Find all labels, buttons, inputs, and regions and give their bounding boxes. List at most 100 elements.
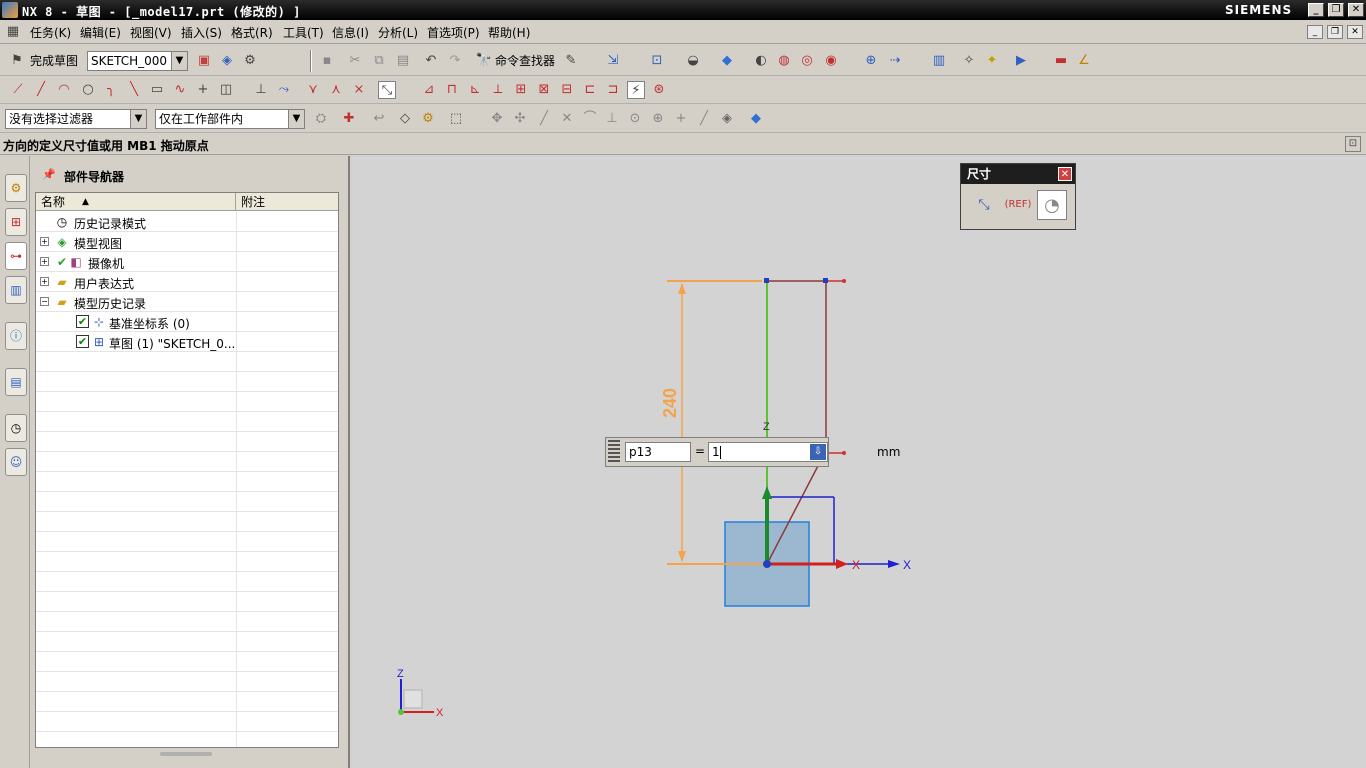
copy-icon[interactable]: ⧉ <box>370 52 388 70</box>
circle-icon[interactable]: ○ <box>79 81 97 99</box>
selection-icon[interactable]: ⇲ <box>604 52 622 70</box>
reattach-sketch-icon[interactable]: ◈ <box>218 52 236 70</box>
menu-task[interactable]: 任务(K) <box>30 24 71 41</box>
chevron-down-icon[interactable]: ▼ <box>288 110 304 128</box>
pin-icon[interactable]: 📌 <box>40 166 58 184</box>
quick-trim-icon[interactable]: ⊥ <box>252 81 270 99</box>
panel-resize-handle[interactable] <box>160 752 212 756</box>
quick-extend-icon[interactable]: ⤳ <box>275 81 293 99</box>
assembly-icon[interactable]: ▥ <box>930 52 948 70</box>
app-menu-icon[interactable]: ▦ <box>4 23 22 41</box>
tree-row-user-expressions[interactable]: + ▰ 用户表达式 <box>36 272 338 292</box>
doc-restore-button[interactable]: ❐ <box>1327 25 1343 39</box>
select-feature-icon[interactable]: ◇ <box>396 110 414 128</box>
expand-icon[interactable]: + <box>40 277 49 286</box>
doc-minimize-button[interactable]: _ <box>1307 25 1323 39</box>
rectangle-select-icon[interactable]: ⬚ <box>447 110 465 128</box>
wcs-icon[interactable]: ⊕ <box>862 52 880 70</box>
web-browser-icon[interactable]: ⓘ <box>5 322 27 350</box>
alternate-solution-icon[interactable]: ⊟ <box>558 81 576 99</box>
sketch-options-icon[interactable]: ⚙ <box>241 52 259 70</box>
menu-format[interactable]: 格式(R) <box>231 24 273 41</box>
chevron-down-icon[interactable]: ▼ <box>171 52 187 70</box>
angular-dimension-icon[interactable]: ◔ <box>1037 190 1067 220</box>
select-cube-icon[interactable]: ◆ <box>747 110 765 128</box>
visibility-checkbox[interactable]: ✔ <box>76 315 89 328</box>
tree-row-history-mode[interactable]: ◷ 历史记录模式 <box>36 212 338 232</box>
finish-sketch-button[interactable]: 完成草图 <box>30 51 78 71</box>
point-icon[interactable]: + <box>194 81 212 99</box>
graphics-window[interactable]: 240 X X Z Z X <box>352 156 1366 768</box>
menu-insert[interactable]: 插入(S) <box>181 24 222 41</box>
expression-name-field[interactable]: p13 <box>625 442 691 462</box>
maximize-graphics-icon[interactable]: ⊡ <box>1345 136 1361 152</box>
menu-help[interactable]: 帮助(H) <box>488 24 530 41</box>
make-corner-icon[interactable]: ⋎ <box>304 81 322 99</box>
fillet-icon[interactable]: ╮ <box>102 81 120 99</box>
relations-browser-icon[interactable]: ⊐ <box>604 81 622 99</box>
sketch-name-select[interactable]: SKETCH_000 ▼ <box>87 51 188 71</box>
filter-icon[interactable]: ⛭ <box>312 110 330 128</box>
dimension-value[interactable]: 240 <box>660 388 680 418</box>
sketch-evaluate-icon[interactable]: ⊛ <box>650 81 668 99</box>
tree-row-model-views[interactable]: + ◈ 模型视图 <box>36 232 338 252</box>
snap-point-icon[interactable]: ⊙ <box>626 110 644 128</box>
tool-wand-icon[interactable]: ✎ <box>562 52 580 70</box>
clock-icon[interactable]: ◷ <box>5 414 27 442</box>
expand-icon[interactable]: + <box>40 257 49 266</box>
intersection-icon[interactable]: ⨯ <box>350 81 368 99</box>
sketch-endpoint[interactable] <box>764 278 769 283</box>
command-finder-button[interactable]: 命令查找器 <box>495 51 555 71</box>
snap-face-icon[interactable]: ◈ <box>718 110 736 128</box>
snap-mid-icon[interactable]: ✣ <box>511 110 529 128</box>
reuse-library-icon[interactable]: ▥ <box>5 276 27 304</box>
rectangle-icon[interactable]: ▭ <box>148 81 166 99</box>
menu-tools[interactable]: 工具(T) <box>283 24 324 41</box>
snap-end-icon[interactable]: ✥ <box>488 110 506 128</box>
column-header-name[interactable]: 名称 ▲ <box>36 193 236 211</box>
animate-dimension-icon[interactable]: ⊞ <box>512 81 530 99</box>
menu-analysis[interactable]: 分析(L) <box>378 24 418 41</box>
tree-row-cameras[interactable]: + ✔ ◧ 摄像机 <box>36 252 338 272</box>
menu-info[interactable]: 信息(I) <box>332 24 369 41</box>
menu-view[interactable]: 视图(V) <box>130 24 172 41</box>
drag-handle[interactable] <box>608 440 620 464</box>
column-header-comment[interactable]: 附注 <box>236 193 338 211</box>
restore-button[interactable]: ❐ <box>1328 3 1344 17</box>
orient-view-icon[interactable]: ▶ <box>1012 52 1030 70</box>
snap-control-icon[interactable]: ╱ <box>535 110 553 128</box>
snap-intersection-icon[interactable]: ✕ <box>558 110 576 128</box>
analysis-icon[interactable]: ✦ <box>983 52 1001 70</box>
chevron-down-icon[interactable]: ▼ <box>130 110 146 128</box>
history-icon[interactable]: ▤ <box>5 368 27 396</box>
visibility-checkbox[interactable]: ✔ <box>76 335 89 348</box>
show-all-constraints-icon[interactable]: ⟂ <box>489 81 507 99</box>
tree-row-model-history[interactable]: − ▰ 模型历史记录 <box>36 292 338 312</box>
auto-constraint-icon[interactable]: ⊾ <box>466 81 484 99</box>
selection-scope-select[interactable]: 仅在工作部件内 ▼ <box>155 109 305 129</box>
orient-sketch-icon[interactable]: ▣ <box>195 52 213 70</box>
measure-distance-icon[interactable]: ▬ <box>1052 52 1070 70</box>
geometric-constraint-icon[interactable]: ⊿ <box>420 81 438 99</box>
deselect-icon[interactable]: ↩ <box>370 110 388 128</box>
selection-filter-select[interactable]: 没有选择过滤器 ▼ <box>5 109 147 129</box>
tree-row-sketch[interactable]: ✔ ⊞ 草图 (1) "SKETCH_0... <box>36 332 338 352</box>
collapse-icon[interactable]: − <box>40 297 49 306</box>
close-icon[interactable]: ✕ <box>1058 167 1072 181</box>
chevron-down-icon[interactable]: ⇩ <box>810 444 826 460</box>
render-style-icon[interactable]: ◒ <box>684 52 702 70</box>
snap-existing-icon[interactable]: + <box>672 110 690 128</box>
sketch-canvas-svg[interactable]: 240 X X Z Z X <box>352 156 1366 768</box>
save-icon[interactable]: ▪ <box>318 52 336 70</box>
menu-preferences[interactable]: 首选项(P) <box>427 24 480 41</box>
menu-edit[interactable]: 编辑(E) <box>80 24 121 41</box>
expand-icon[interactable]: + <box>40 237 49 246</box>
tree-row-datum-csys[interactable]: ✔ ⊹ 基准坐标系 (0) <box>36 312 338 332</box>
assembly-navigator-icon[interactable]: ⚙ <box>5 174 27 202</box>
profile-icon[interactable]: ⟋ <box>9 81 27 99</box>
offset-curve-icon[interactable]: ◫ <box>217 81 235 99</box>
cut-icon[interactable]: ✂ <box>346 52 364 70</box>
snap-on-curve-icon[interactable]: ╱ <box>695 110 713 128</box>
minimize-button[interactable]: _ <box>1308 3 1324 17</box>
create-inferred-constraint-icon[interactable]: ⚡ <box>627 81 645 99</box>
